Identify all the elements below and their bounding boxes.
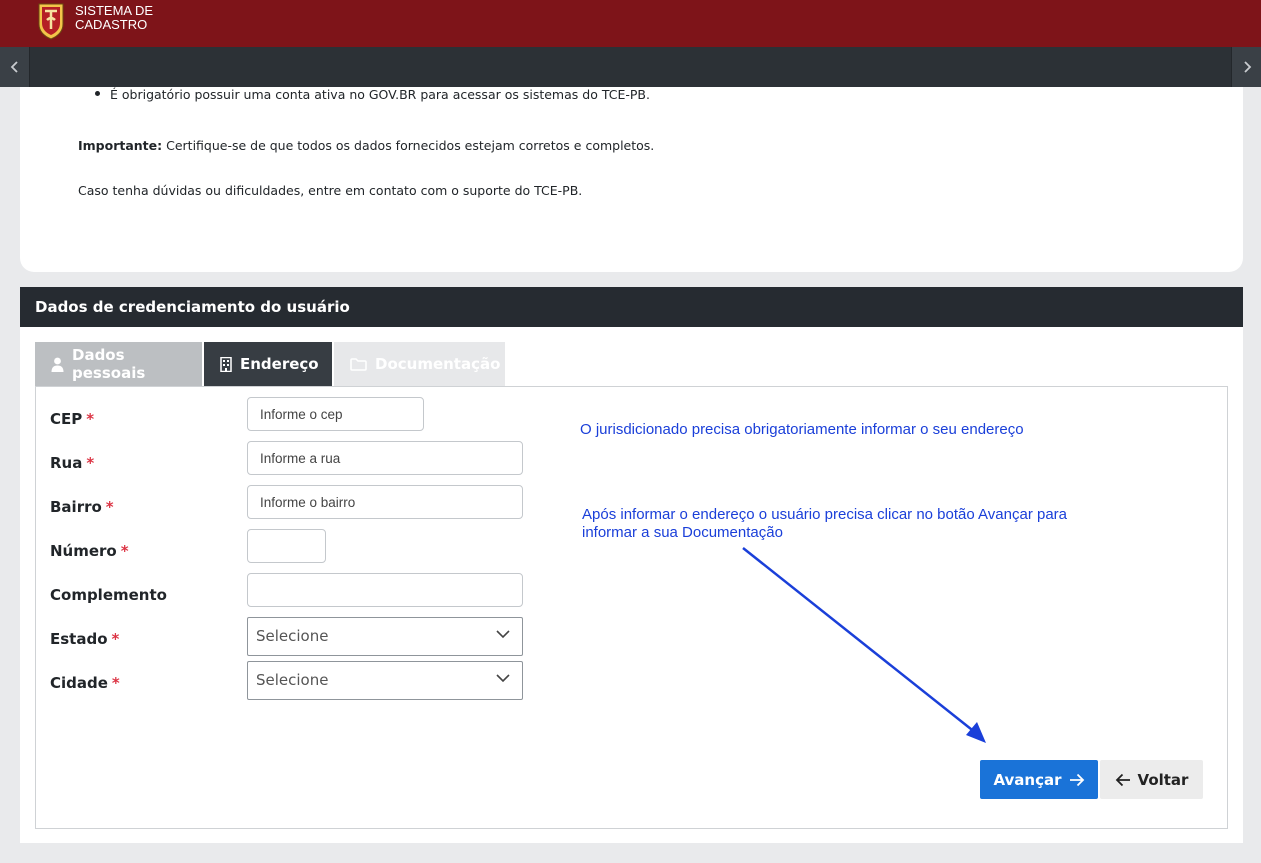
- tab-address[interactable]: Endereço: [204, 342, 332, 386]
- brand-line-1: SISTEMA DE: [75, 3, 154, 18]
- tab-documentation[interactable]: Documentação: [334, 342, 505, 386]
- address-tab-panel: CEP* Rua* Bairro* Número* Complemento Es…: [35, 386, 1228, 829]
- tab-address-label: Endereço: [240, 355, 319, 373]
- chevron-left-icon: [10, 61, 18, 73]
- arrow-right-icon: [1069, 773, 1084, 786]
- tab-documentation-label: Documentação: [375, 355, 501, 373]
- arrow-left-icon: [1115, 773, 1130, 786]
- requirement-bullet: É obrigatório possuir uma conta ativa no…: [95, 87, 650, 102]
- navigation-bar: [0, 47, 1261, 87]
- scroll-right-button[interactable]: [1231, 47, 1261, 87]
- tab-personal-data-label: Dados pessoais: [72, 346, 146, 382]
- scroll-left-button[interactable]: [0, 47, 30, 87]
- important-note: Importante: Certifique-se de que todos o…: [78, 138, 654, 153]
- next-button-label: Avançar: [993, 770, 1062, 789]
- building-icon: [220, 356, 232, 372]
- back-button[interactable]: Voltar: [1100, 760, 1203, 799]
- tce-logo-icon: [38, 3, 64, 40]
- credential-form-card: Dados de credenciamento do usuário Dados…: [20, 287, 1243, 843]
- next-button[interactable]: Avançar: [980, 760, 1098, 799]
- user-icon: [51, 357, 64, 372]
- brand-line-2: CADASTRO: [75, 17, 148, 32]
- info-card: É obrigatório possuir uma conta ativa no…: [20, 87, 1243, 272]
- chevron-right-icon: [1243, 61, 1251, 73]
- back-button-label: Voltar: [1137, 770, 1189, 789]
- important-text: Certifique-se de que todos os dados forn…: [162, 138, 655, 153]
- form-title: Dados de credenciamento do usuário: [20, 287, 1243, 327]
- contact-note: Caso tenha dúvidas ou dificuldades, entr…: [78, 183, 583, 198]
- important-label: Importante:: [78, 138, 163, 153]
- brand-title: SISTEMA DE CADASTRO: [75, 4, 153, 32]
- folder-icon: [350, 357, 367, 371]
- tab-personal-data[interactable]: Dados pessoais: [35, 342, 202, 386]
- app-header: SISTEMA DE CADASTRO: [0, 0, 1261, 47]
